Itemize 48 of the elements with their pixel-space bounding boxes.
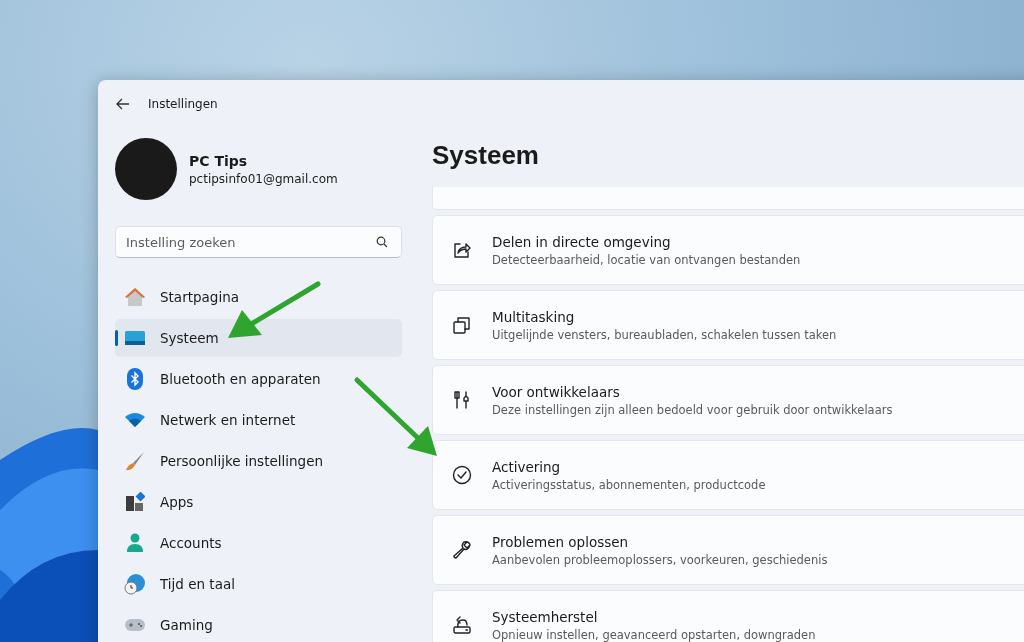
back-arrow-icon[interactable] — [116, 98, 130, 110]
settings-card[interactable]: Multitasking Uitgelijnde vensters, bureaubladen, schakelen tussen taken — [432, 290, 1024, 360]
windows-stack-icon — [452, 315, 472, 335]
gamepad-icon — [124, 618, 146, 632]
apps-icon — [125, 492, 145, 512]
wifi-icon — [124, 412, 146, 428]
search-icon — [376, 236, 388, 248]
card-title: Delen in directe omgeving — [492, 233, 672, 250]
account-name: PC Tips — [189, 152, 249, 169]
window-title: Instellingen — [148, 97, 218, 111]
card-description: Detecteerbaarheid, locatie van ontvangen bestanden — [492, 252, 801, 267]
card-title: Multitasking — [492, 308, 576, 325]
card-title: Activering — [492, 458, 562, 475]
settings-card[interactable]: Problemen oplossen Aanbevolen probleemoplossers, voorkeuren, geschiedenis — [432, 515, 1024, 585]
sidebar-item[interactable]: Tijd en taal — [115, 565, 402, 603]
monitor-icon — [124, 330, 146, 346]
sidebar-item[interactable]: Persoonlijke instellingen — [115, 442, 402, 480]
search-field[interactable]: Instelling zoeken — [115, 226, 402, 258]
person-icon — [126, 533, 144, 553]
checkmark-circle-icon — [452, 465, 472, 485]
bluetooth-icon — [127, 368, 143, 390]
tools-icon — [452, 390, 472, 410]
sidebar-item[interactable]: Gaming — [115, 606, 402, 642]
sidebar-item[interactable]: Systeem — [115, 319, 402, 357]
wrench-icon — [452, 540, 472, 560]
sidebar-item[interactable]: Startpagina — [115, 278, 402, 316]
card-title: Systeemherstel — [492, 608, 599, 625]
sidebar-item[interactable]: Apps — [115, 483, 402, 521]
settings-card[interactable]: Delen in directe omgeving Detecteerbaarheid, locatie van ontvangen bestanden — [432, 215, 1024, 285]
account-email: pctipsinfo01@gmail.com — [189, 171, 338, 186]
card-description: Aanbevolen probleemoplossers, voorkeuren, geschiedenis — [492, 552, 828, 567]
card-title: Voor ontwikkelaars — [492, 383, 621, 400]
house-icon — [124, 287, 146, 307]
card-title: Problemen oplossen — [492, 533, 630, 550]
sidebar-item[interactable]: Netwerk en internet — [115, 401, 402, 439]
restore-icon — [452, 615, 472, 635]
settings-card[interactable]: Voor ontwikkelaars Deze instellingen zijn alleen bedoeld voor gebruik door ontwikkelaars — [432, 365, 1024, 435]
settings-card[interactable]: Systeemherstel Opnieuw instellen, geavanceerd opstarten, downgraden — [432, 590, 1024, 642]
card-description: Uitgelijnde vensters, bureaubladen, schakelen tussen taken — [492, 327, 837, 342]
share-icon — [452, 240, 472, 260]
settings-card[interactable]: Activering Activeringsstatus, abonnementen, productcode — [432, 440, 1024, 510]
page-title: Systeem — [432, 140, 540, 172]
card-description: Opnieuw instellen, geavanceerd opstarten, downgraden — [492, 627, 816, 642]
card-description: Deze instellingen zijn alleen bedoeld voor gebruik door ontwikkelaars — [492, 402, 893, 417]
sidebar-item[interactable]: Accounts — [115, 524, 402, 562]
globe-clock-icon — [124, 573, 146, 595]
sidebar-item[interactable]: Bluetooth en apparaten — [115, 360, 402, 398]
card-description: Activeringsstatus, abonnementen, productcode — [492, 477, 766, 492]
